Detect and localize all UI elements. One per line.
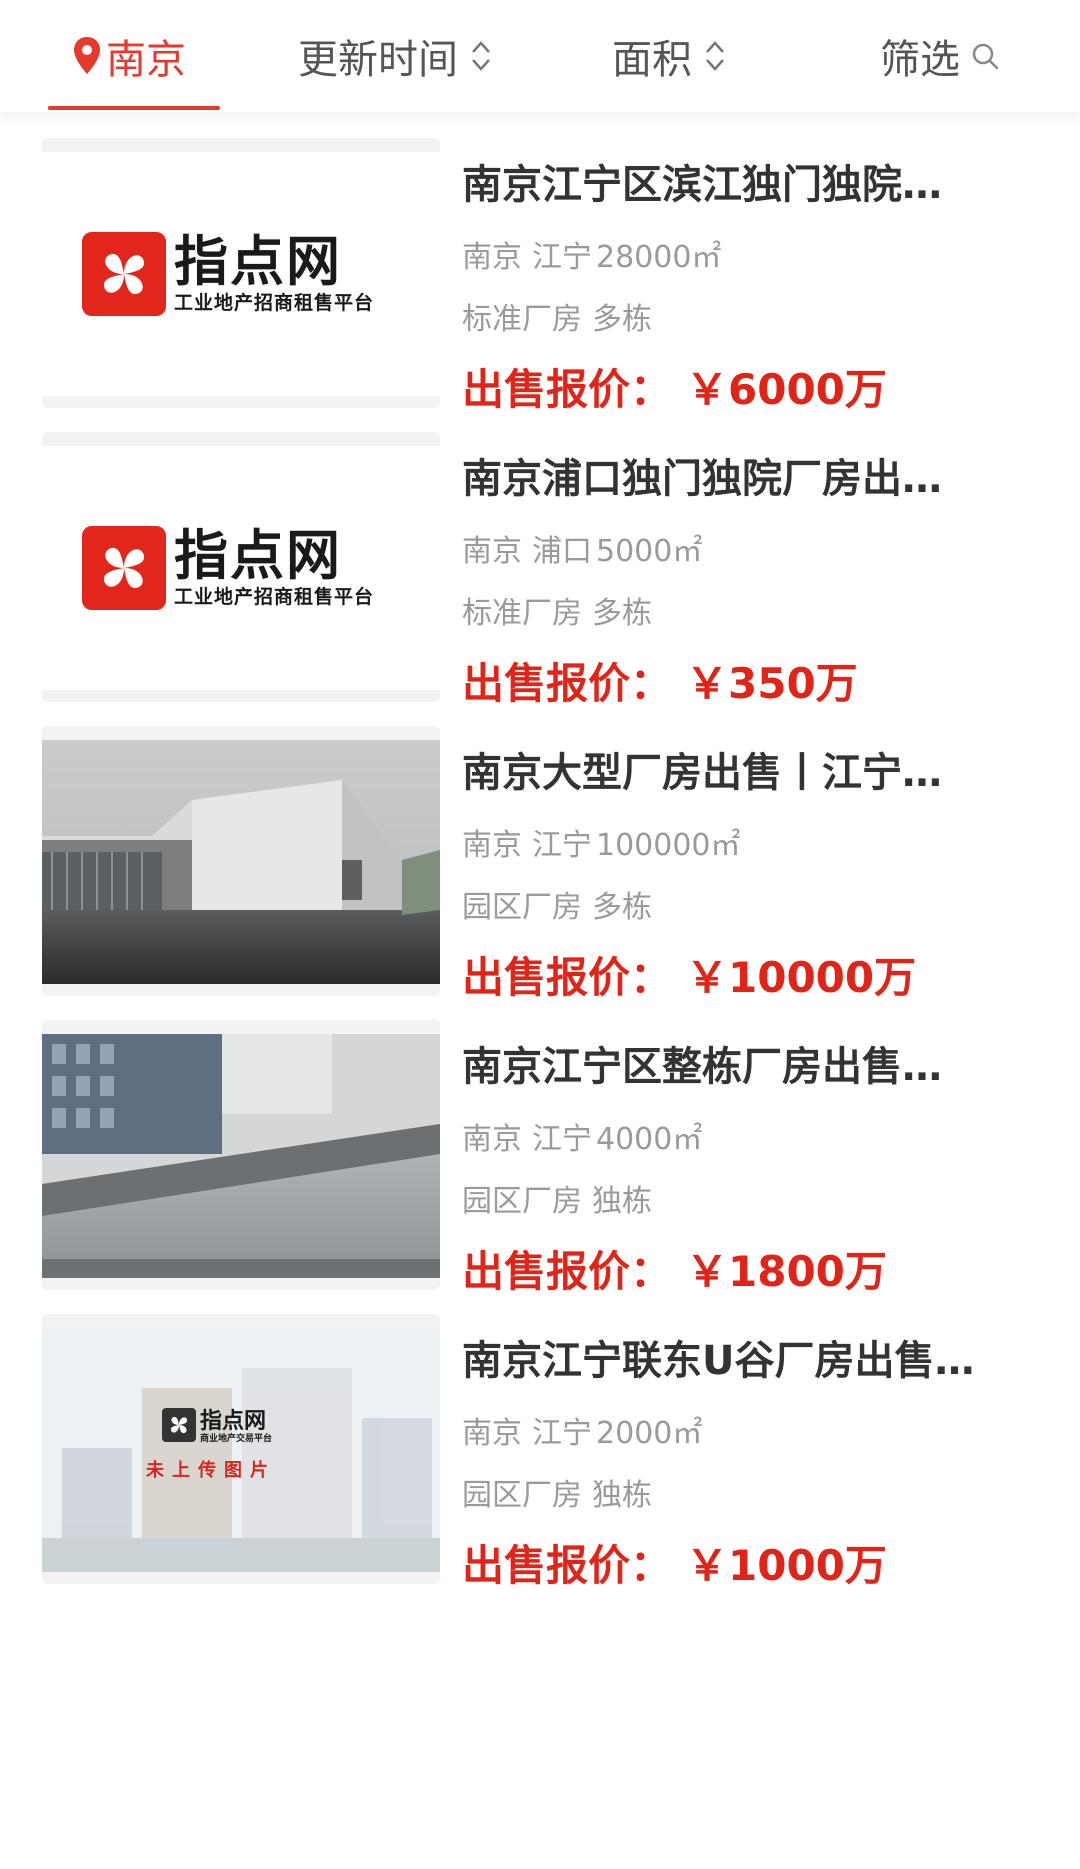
listing-title[interactable]: 南京江宁区整栋厂房出售… xyxy=(462,1042,1022,1092)
logo-name: 指点网 xyxy=(174,230,342,293)
listing-city: 南京 xyxy=(462,240,522,275)
listing-district: 江宁 xyxy=(532,1122,592,1157)
filter-button[interactable]: 筛选 xyxy=(880,0,1000,112)
listing-card[interactable]: 指点网 工业地产招商租售平台 南京浦口独门独院厂房出… 南京 浦口 5000㎡ 标准… xyxy=(0,406,1080,708)
sort-by-update-time[interactable]: 更新时间 xyxy=(298,0,492,112)
listing-title[interactable]: 南京浦口独门独院厂房出… xyxy=(462,454,1022,504)
listing-district: 江宁 xyxy=(532,1416,592,1451)
park-sign-photo xyxy=(42,1034,440,1278)
listing-tags: 园区厂房 多栋 xyxy=(462,888,652,928)
listing-building: 多栋 xyxy=(592,596,652,631)
listing-price: 出售报价： ￥1000万 xyxy=(462,1540,887,1592)
listing-city: 南京 xyxy=(462,1416,522,1451)
sort-updown-icon xyxy=(470,38,492,74)
listing-card[interactable]: 南京大型厂房出售丨江宁… 南京 江宁 100000㎡ 园区厂房 多栋 出售报价： ￥10… xyxy=(0,700,1080,1002)
city-filter[interactable]: 南京 xyxy=(72,0,186,112)
listing-district: 浦口 xyxy=(532,534,592,569)
listing-meta: 南京 浦口 5000㎡ xyxy=(462,532,702,572)
city-filter-label: 南京 xyxy=(106,37,186,83)
listing-area: 5000㎡ xyxy=(596,534,703,569)
logo-name: 指点网 xyxy=(174,524,342,587)
logo-slogan: 商业地产交易平台 xyxy=(200,1433,273,1444)
listing-card[interactable]: 指点网 商业地产交易平台 未上传图片 南京江宁联东U谷厂房出售… 南京 江宁 200… xyxy=(0,1288,1080,1590)
listing-card[interactable]: 指点网 工业地产招商租售平台 南京江宁区滨江独门独院… 南京 江宁 28000㎡ 标… xyxy=(0,112,1080,414)
listing-thumbnail[interactable]: 指点网 商业地产交易平台 未上传图片 xyxy=(42,1314,440,1584)
listing-thumbnail[interactable]: 指点网 工业地产招商租售平台 xyxy=(42,432,440,702)
brand-logo: 指点网 工业地产招商租售平台 xyxy=(82,232,374,316)
listing-type: 园区厂房 xyxy=(462,890,582,925)
brand-logo: 指点网 工业地产招商租售平台 xyxy=(82,526,374,610)
area-label: 面积 xyxy=(612,37,692,83)
location-pin-icon xyxy=(72,36,102,76)
listing-district: 江宁 xyxy=(532,828,592,863)
search-icon xyxy=(970,41,1000,71)
listing-card[interactable]: 南京江宁区整栋厂房出售… 南京 江宁 4000㎡ 园区厂房 独栋 出售报价： ￥1800… xyxy=(0,994,1080,1296)
sort-updown-icon xyxy=(704,38,726,74)
listing-tags: 标准厂房 多栋 xyxy=(462,594,652,634)
listing-type: 标准厂房 xyxy=(462,596,582,631)
listing-area: 28000㎡ xyxy=(596,240,722,275)
logo-name: 指点网 xyxy=(200,1408,267,1434)
active-tab-indicator xyxy=(48,106,220,110)
listing-building: 多栋 xyxy=(592,302,652,337)
listing-type: 园区厂房 xyxy=(462,1478,582,1513)
listing-district: 江宁 xyxy=(532,240,592,275)
listing-city: 南京 xyxy=(462,534,522,569)
listing-city: 南京 xyxy=(462,1122,522,1157)
update-time-label: 更新时间 xyxy=(298,37,458,83)
price-label: 出售报价： xyxy=(462,1541,673,1590)
listing-tags: 园区厂房 独栋 xyxy=(462,1182,652,1222)
listing-thumbnail[interactable] xyxy=(42,726,440,996)
listing-meta: 南京 江宁 28000㎡ xyxy=(462,238,721,278)
logo-slogan: 工业地产招商租售平台 xyxy=(174,586,375,608)
filter-bar: 南京 更新时间 面积 筛选 xyxy=(0,0,1080,112)
listing-title[interactable]: 南京大型厂房出售丨江宁… xyxy=(462,748,1022,798)
listing-tags: 标准厂房 多栋 xyxy=(462,300,652,340)
brand-logo: 指点网 商业地产交易平台 xyxy=(162,1408,272,1446)
listing-meta: 南京 江宁 100000㎡ xyxy=(462,826,741,866)
listing-area: 2000㎡ xyxy=(596,1416,703,1451)
pinwheel-logo-icon xyxy=(82,526,166,610)
listing-meta: 南京 江宁 2000㎡ xyxy=(462,1414,702,1454)
listing-area: 100000㎡ xyxy=(596,828,741,863)
pinwheel-logo-icon xyxy=(82,232,166,316)
listing-type: 园区厂房 xyxy=(462,1184,582,1219)
listing-thumbnail[interactable]: 指点网 工业地产招商租售平台 xyxy=(42,138,440,408)
listing-tags: 园区厂房 独栋 xyxy=(462,1476,652,1516)
no-image-label: 未上传图片 xyxy=(146,1460,276,1481)
listing-meta: 南京 江宁 4000㎡ xyxy=(462,1120,702,1160)
listing-city: 南京 xyxy=(462,828,522,863)
pinwheel-logo-icon xyxy=(162,1408,196,1446)
sort-by-area[interactable]: 面积 xyxy=(612,0,726,112)
listing-area: 4000㎡ xyxy=(596,1122,703,1157)
listing-title[interactable]: 南京江宁区滨江独门独院… xyxy=(462,160,1022,210)
listing-building: 独栋 xyxy=(592,1478,652,1513)
logo-slogan: 工业地产招商租售平台 xyxy=(174,292,375,314)
listing-thumbnail[interactable] xyxy=(42,1020,440,1290)
price-value: ￥1000万 xyxy=(686,1541,887,1590)
listing-title[interactable]: 南京江宁联东U谷厂房出售… xyxy=(462,1336,1032,1386)
no-image-placeholder xyxy=(42,1328,440,1572)
listing-type: 标准厂房 xyxy=(462,302,582,337)
filter-label: 筛选 xyxy=(880,37,960,83)
factory-photo xyxy=(42,740,440,984)
listing-building: 多栋 xyxy=(592,890,652,925)
listing-building: 独栋 xyxy=(592,1184,652,1219)
